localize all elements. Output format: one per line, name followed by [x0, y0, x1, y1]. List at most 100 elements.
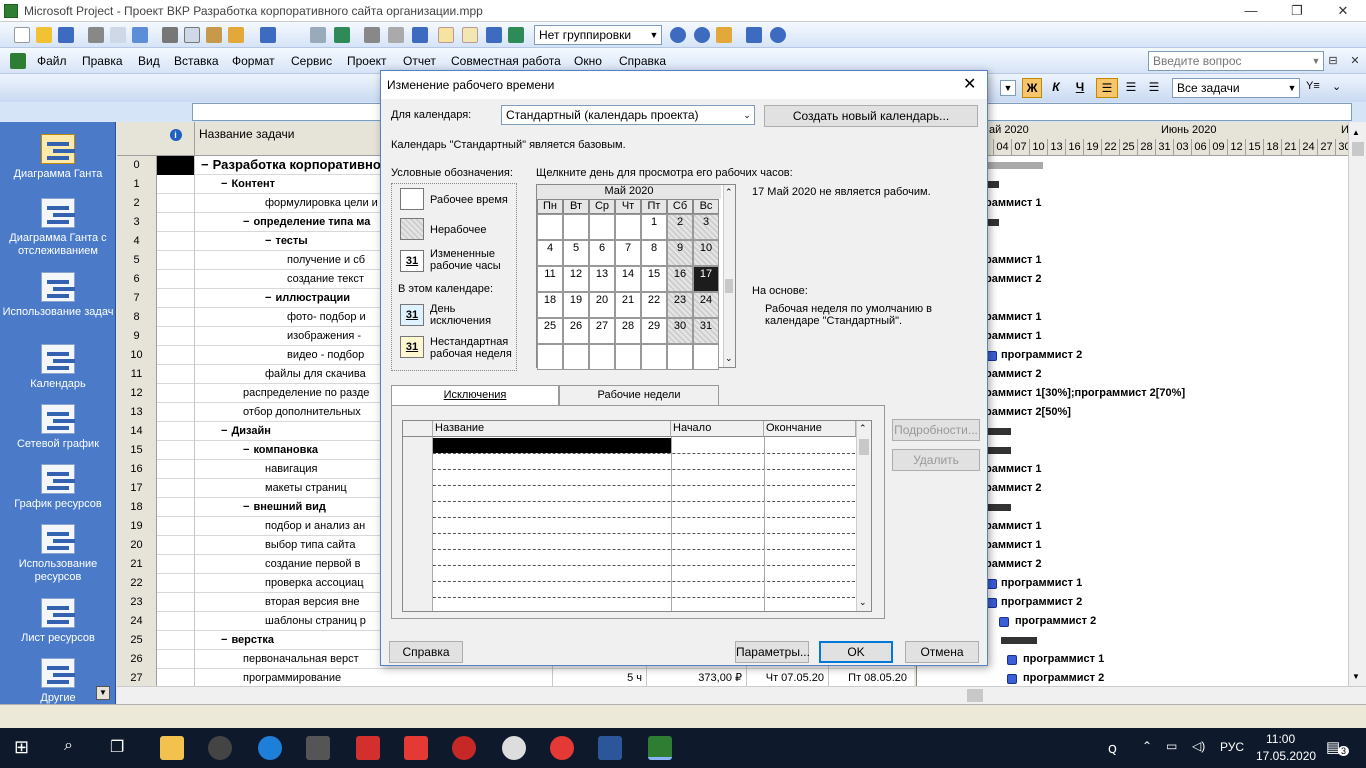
- menu-tools[interactable]: Сервис: [291, 54, 332, 68]
- hyperlink-globe-icon[interactable]: [334, 27, 350, 43]
- calendar-day[interactable]: 24: [693, 292, 719, 318]
- row-start[interactable]: Чт 07.05.20: [747, 669, 829, 686]
- chevron-down-icon[interactable]: ⌄: [740, 106, 754, 124]
- calendar-day[interactable]: 22: [641, 292, 667, 318]
- spelling-icon[interactable]: [132, 27, 148, 43]
- opera-browser-icon[interactable]: [550, 736, 574, 760]
- row-id[interactable]: 12: [117, 384, 157, 403]
- calendar-day[interactable]: [615, 344, 641, 370]
- undo-icon[interactable]: [260, 27, 276, 43]
- row-id[interactable]: 10: [117, 346, 157, 365]
- calendar-day[interactable]: [667, 344, 693, 370]
- align-center-icon[interactable]: ☰: [1121, 78, 1141, 98]
- cut-icon[interactable]: [162, 27, 178, 43]
- calendar-day[interactable]: 1: [641, 214, 667, 240]
- calendar-day[interactable]: 20: [589, 292, 615, 318]
- calendar-select[interactable]: Стандартный (календарь проекта) ⌄: [501, 105, 755, 125]
- collapse-minus-icon[interactable]: −: [221, 634, 227, 646]
- task-bar[interactable]: [987, 351, 997, 361]
- scroll-thumb[interactable]: [1352, 142, 1364, 156]
- copy-icon[interactable]: [184, 27, 200, 43]
- filter-select[interactable]: Все задачи ▼: [1172, 78, 1300, 98]
- calendar-day[interactable]: 14: [615, 266, 641, 292]
- exception-name-cell-selected[interactable]: [433, 438, 671, 453]
- menu-help[interactable]: Справка: [619, 54, 666, 68]
- row-id[interactable]: 23: [117, 593, 157, 612]
- clock-date[interactable]: 17.05.2020: [1256, 749, 1316, 763]
- viewbar-scroll-down-icon[interactable]: ▼: [96, 686, 110, 700]
- calendar-day[interactable]: 17: [693, 266, 719, 292]
- open-folder-icon[interactable]: [36, 27, 52, 43]
- doc-restore-icon[interactable]: ⊟: [1326, 50, 1340, 72]
- tab-exceptions[interactable]: Исключения: [391, 385, 559, 405]
- row-id[interactable]: 8: [117, 308, 157, 327]
- calendar-day[interactable]: 6: [589, 240, 615, 266]
- network-icon[interactable]: ▭: [1166, 739, 1177, 753]
- search-icon[interactable]: ⌕: [64, 737, 73, 755]
- calendar-day[interactable]: 18: [537, 292, 563, 318]
- ok-button[interactable]: OK: [819, 641, 893, 663]
- link-tasks-icon[interactable]: [364, 27, 380, 43]
- menu-window[interactable]: Окно: [574, 54, 602, 68]
- calendar-day[interactable]: 27: [589, 318, 615, 344]
- row-cost[interactable]: 373,00 ₽: [647, 669, 747, 686]
- paste-icon[interactable]: [206, 27, 222, 43]
- exceptions-scroll-thumb[interactable]: [859, 439, 869, 455]
- row-id[interactable]: 5: [117, 251, 157, 270]
- autofilter-icon[interactable]: Y≡: [1306, 80, 1324, 96]
- collapse-minus-icon[interactable]: −: [221, 178, 227, 190]
- language-indicator[interactable]: РУС: [1220, 740, 1244, 754]
- menu-format[interactable]: Формат: [232, 54, 275, 68]
- calendar-day[interactable]: 9: [667, 240, 693, 266]
- dialog-close-icon[interactable]: ✕: [963, 71, 976, 99]
- exceptions-scroll-up-icon[interactable]: ⌃: [859, 423, 867, 434]
- row-task-name[interactable]: программирование: [195, 669, 553, 686]
- calendar-day[interactable]: 26: [563, 318, 589, 344]
- calendar-scroll-up-icon[interactable]: ⌃: [725, 187, 733, 198]
- exceptions-col-name[interactable]: Название: [433, 421, 671, 437]
- row-id[interactable]: 11: [117, 365, 157, 384]
- view-network-diagram[interactable]: Сетевой график: [0, 404, 116, 451]
- view-task-usage[interactable]: Использование задач: [0, 272, 116, 319]
- new-file-icon[interactable]: [14, 27, 30, 43]
- align-right-icon[interactable]: ☰: [1144, 78, 1164, 98]
- task-name-header[interactable]: Название задачи: [199, 127, 295, 141]
- calendar-day[interactable]: 28: [615, 318, 641, 344]
- calendar-day[interactable]: 21: [615, 292, 641, 318]
- volume-icon[interactable]: ◁): [1192, 739, 1205, 753]
- font-size-dropdown-icon[interactable]: ▼: [1000, 80, 1016, 96]
- tray-chevron-icon[interactable]: ⌃: [1142, 739, 1152, 753]
- collapse-minus-icon[interactable]: −: [243, 216, 249, 228]
- options-button[interactable]: Параметры...: [735, 641, 810, 663]
- task-view-icon[interactable]: ❐: [110, 737, 124, 757]
- view-resource-graph[interactable]: График ресурсов: [0, 464, 116, 511]
- calendar-day[interactable]: 13: [589, 266, 615, 292]
- task-bar[interactable]: [1007, 674, 1017, 684]
- menu-insert[interactable]: Вставка: [174, 54, 219, 68]
- task-bar[interactable]: [1007, 655, 1017, 665]
- settings-gear-icon[interactable]: [502, 736, 526, 760]
- copy-picture-icon[interactable]: [746, 27, 762, 43]
- calendar-day[interactable]: [563, 214, 589, 240]
- zoom-out-icon[interactable]: [694, 27, 710, 43]
- calendar-day[interactable]: 31: [693, 318, 719, 344]
- align-left-icon[interactable]: ☰: [1096, 78, 1118, 98]
- edge-browser-icon[interactable]: [258, 736, 282, 760]
- app-red-icon[interactable]: [452, 736, 476, 760]
- print-preview-icon[interactable]: [110, 27, 126, 43]
- underline-button[interactable]: Ч: [1070, 78, 1090, 98]
- collapse-minus-icon[interactable]: −: [265, 235, 271, 247]
- project-doc-icon[interactable]: [10, 53, 26, 69]
- row-id[interactable]: 16: [117, 460, 157, 479]
- calendar-day[interactable]: 2: [667, 214, 693, 240]
- task-bar[interactable]: [987, 579, 997, 589]
- row-id[interactable]: 1: [117, 175, 157, 194]
- people-icon[interactable]: ꞯ: [1108, 739, 1117, 758]
- row-id[interactable]: 20: [117, 536, 157, 555]
- calculator-icon[interactable]: [306, 736, 330, 760]
- row-id[interactable]: 9: [117, 327, 157, 346]
- file-explorer-icon[interactable]: [160, 736, 184, 760]
- split-task-icon[interactable]: [412, 27, 428, 43]
- create-new-calendar-button[interactable]: Создать новый календарь...: [764, 105, 978, 127]
- minimize-button[interactable]: —: [1228, 0, 1274, 22]
